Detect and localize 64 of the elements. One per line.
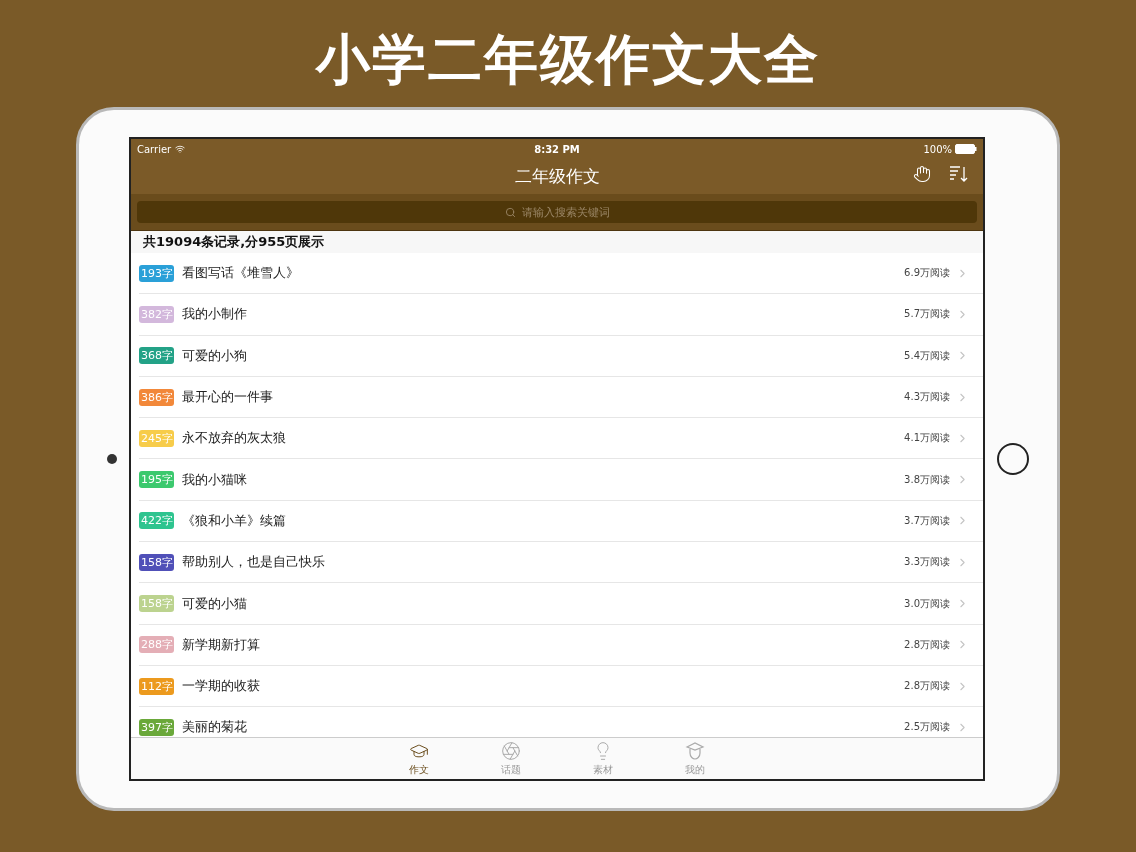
article-row[interactable]: 368字 可爱的小狗 5.4万阅读 [139,335,983,377]
read-count: 4.1万阅读 [904,431,950,446]
word-count-tag: 386字 [139,388,174,406]
article-title: 最开心的一件事 [182,388,274,407]
word-count-tag: 397字 [139,718,174,736]
article-title: 一学期的收获 [182,677,261,696]
article-title: 看图写话《堆雪人》 [182,264,300,283]
read-count: 2.8万阅读 [904,679,950,694]
read-count: 3.8万阅读 [904,472,950,487]
article-title: 我的小制作 [182,305,248,324]
article-row[interactable]: 195字 我的小猫咪 3.8万阅读 [139,459,983,501]
article-title: 可爱的小猫 [182,594,248,613]
article-row[interactable]: 386字 最开心的一件事 4.3万阅读 [139,376,983,419]
headline: 小学二年级作文大全 [316,27,820,93]
read-count: 5.4万阅读 [904,348,950,363]
article-row[interactable]: 422字 《狼和小羊》续篇 3.7万阅读 [139,500,983,543]
article-row[interactable]: 112字 一学期的收获 2.8万阅读 [139,665,983,708]
word-count-tag: 288字 [139,636,174,654]
read-count: 3.3万阅读 [904,555,950,570]
word-count-tag: 195字 [139,471,174,489]
article-row[interactable]: 158字 帮助别人，也是自己快乐 3.3万阅读 [139,542,983,584]
article-title: 帮助别人，也是自己快乐 [182,553,326,572]
nav-title: 二年级作文 [514,165,600,188]
read-count: 5.7万阅读 [904,307,950,322]
word-count-tag: 158字 [139,595,174,612]
article-title: 《狼和小羊》续篇 [182,511,287,530]
article-title: 可爱的小狗 [182,346,248,365]
read-count: 4.3万阅读 [904,390,950,405]
status-time: 8:32 PM [534,143,580,155]
article-title: 永不放弃的灰太狼 [182,429,287,448]
article-title: 美丽的菊花 [182,718,248,737]
search-icon [504,206,516,218]
word-count-tag: 422字 [139,512,174,530]
record-summary: 共19094条记录,分955页展示 [131,231,983,253]
read-count: 2.5万阅读 [904,720,950,735]
word-count-tag: 245字 [139,429,174,447]
article-title: 新学期新打算 [182,635,261,654]
article-row[interactable]: 245字 永不放弃的灰太狼 4.1万阅读 [139,418,983,460]
home-button[interactable] [997,443,1029,475]
battery-icon [955,144,977,154]
hand-icon[interactable] [913,165,931,183]
wifi-icon [175,144,186,154]
read-count: 3.0万阅读 [904,596,950,611]
article-row[interactable]: 288字 新学期新打算 2.8万阅读 [139,624,983,666]
search-placeholder: 请输入搜索关键词 [521,204,610,220]
word-count-tag: 112字 [139,677,174,695]
tab-item[interactable]: 作文 [393,738,445,779]
word-count-tag: 193字 [139,264,174,282]
word-count-tag: 382字 [139,305,174,323]
read-count: 6.9万阅读 [904,266,950,281]
word-count-tag: 368字 [139,347,174,365]
camera-icon [107,454,117,464]
article-row[interactable]: 158字 可爱的小猫 3.0万阅读 [139,583,983,625]
carrier-label: Carrier [137,143,172,155]
graduate-head-icon [685,740,705,761]
word-count-tag: 158字 [139,553,174,571]
sort-icon[interactable] [949,165,969,183]
aperture-icon [501,740,521,761]
article-row[interactable]: 193字 看图写话《堆雪人》 6.9万阅读 [139,253,983,295]
battery-label: 100% [923,143,952,155]
article-title: 我的小猫咪 [182,470,248,489]
read-count: 3.7万阅读 [904,513,950,528]
article-row[interactable]: 382字 我的小制作 5.7万阅读 [139,294,983,336]
read-count: 2.8万阅读 [904,637,950,652]
